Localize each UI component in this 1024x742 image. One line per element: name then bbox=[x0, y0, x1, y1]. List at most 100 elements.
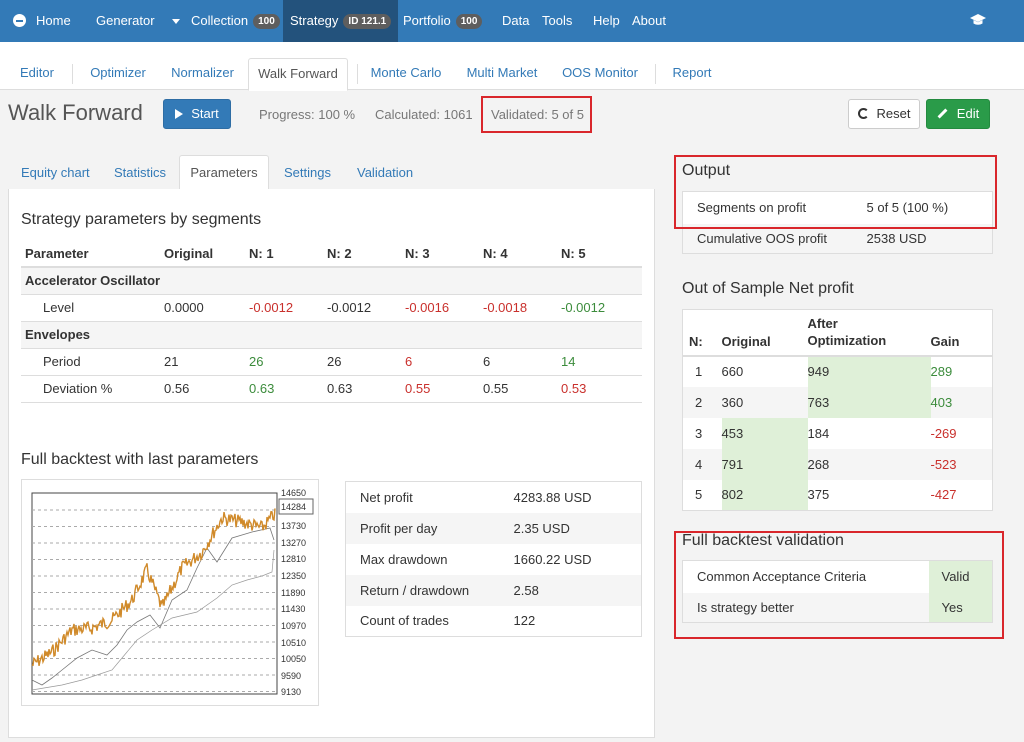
param-value: 21 bbox=[164, 354, 179, 369]
top-navbar: Home Generator Collection 100 Strategy ID … bbox=[0, 0, 1024, 42]
param-name: Deviation % bbox=[43, 381, 113, 396]
play-icon bbox=[175, 109, 184, 119]
tab-parameters[interactable]: Parameters bbox=[179, 155, 269, 190]
oos-n: 4 bbox=[695, 456, 703, 472]
params-table: Parameter Original N: 1 N: 2 N: 3 N: 4 N… bbox=[21, 240, 642, 403]
oos-after: 375 bbox=[807, 487, 830, 503]
y-axis-label: 10970 bbox=[281, 621, 307, 631]
stat-value: 4283.88 USD bbox=[513, 489, 592, 505]
equity-chart: 14650 14284 13730 13270 12810 12350 1189… bbox=[21, 479, 319, 706]
tab-settings[interactable]: Settings bbox=[284, 165, 331, 180]
oos-after: 949 bbox=[807, 355, 931, 387]
oos-original: 453 bbox=[721, 417, 808, 449]
subnav-oos-monitor[interactable]: OOS Monitor bbox=[556, 42, 644, 90]
stats-row: Count of trades 122 bbox=[346, 606, 642, 637]
portfolio-count-badge: 100 bbox=[455, 14, 483, 29]
stat-label: Net profit bbox=[360, 489, 413, 505]
param-name: Period bbox=[43, 354, 81, 369]
tab-equity-chart[interactable]: Equity chart bbox=[21, 165, 90, 180]
param-value: 26 bbox=[327, 354, 342, 369]
nav-portfolio-label: Portfolio bbox=[403, 13, 451, 28]
param-value: 0.63 bbox=[249, 381, 275, 396]
subnav-normalizer[interactable]: Normalizer bbox=[165, 42, 240, 90]
backtest-stats-table: Net profit 4283.88 USD Profit per day 2.35… bbox=[345, 481, 642, 637]
reset-button-label: Reset bbox=[876, 106, 911, 121]
subnav-report[interactable]: Report bbox=[665, 42, 719, 90]
y-axis-label: 14650 bbox=[281, 488, 307, 498]
nav-data[interactable]: Data bbox=[502, 0, 529, 42]
param-value: 0.53 bbox=[561, 381, 587, 396]
subnav-walk-forward[interactable]: Walk Forward bbox=[248, 58, 348, 91]
edit-button-label: Edit bbox=[956, 106, 980, 121]
progress-text: Progress: 100 % bbox=[259, 107, 356, 122]
tab-statistics[interactable]: Statistics bbox=[114, 165, 166, 180]
y-axis-label: 10050 bbox=[281, 654, 307, 664]
oos-original: 660 bbox=[721, 364, 744, 379]
oos-row: 5 802 375 -427 bbox=[683, 479, 993, 511]
validation-highlight-box bbox=[674, 531, 1004, 639]
oos-gain: -523 bbox=[930, 456, 957, 472]
params-row: Period 21 26 26 6 6 14 bbox=[21, 348, 642, 375]
stats-row: Profit per day 2.35 USD bbox=[345, 512, 642, 544]
stats-row: Max drawdown 1660.22 USD bbox=[346, 544, 642, 575]
param-value: 0.55 bbox=[483, 381, 509, 396]
reset-button[interactable]: Reset bbox=[848, 99, 920, 129]
param-value: 14 bbox=[561, 354, 576, 369]
output-highlight-box bbox=[674, 155, 997, 229]
param-value: 0.0000 bbox=[164, 300, 204, 315]
params-col-header: N: 1 bbox=[249, 245, 274, 261]
oos-col-header: N: bbox=[689, 333, 703, 349]
collection-count-badge: 100 bbox=[253, 14, 280, 29]
params-group-row: Envelopes bbox=[21, 321, 642, 348]
param-name: Level bbox=[43, 300, 75, 315]
params-group-row: Accelerator Oscillator bbox=[21, 267, 642, 294]
param-value: 0.63 bbox=[327, 381, 353, 396]
param-value: -0.0018 bbox=[483, 300, 528, 315]
strategy-id-badge: ID 121.1 bbox=[343, 14, 392, 29]
tab-validation[interactable]: Validation bbox=[357, 165, 413, 180]
nav-portfolio[interactable]: Portfolio 100 bbox=[403, 0, 483, 42]
validated-highlight-box bbox=[481, 96, 592, 133]
oos-gain: -427 bbox=[930, 487, 957, 503]
stat-value: 122 bbox=[513, 613, 536, 629]
subnav-optimizer[interactable]: Optimizer bbox=[80, 42, 156, 90]
param-value: -0.0012 bbox=[249, 300, 294, 315]
nav-tools[interactable]: Tools bbox=[542, 0, 572, 42]
graduation-cap-icon[interactable] bbox=[970, 0, 986, 42]
oos-original: 791 bbox=[721, 448, 808, 480]
edit-button[interactable]: Edit bbox=[926, 99, 990, 129]
oos-heading: Out of Sample Net profit bbox=[682, 280, 854, 297]
params-row: Deviation % 0.56 0.63 0.63 0.55 0.55 0.5… bbox=[21, 375, 642, 402]
subnav-editor[interactable]: Editor bbox=[8, 42, 66, 90]
params-heading: Strategy parameters by segments bbox=[21, 211, 262, 228]
caret-down-icon bbox=[172, 19, 181, 24]
oos-gain: 403 bbox=[930, 394, 953, 410]
nav-help[interactable]: Help bbox=[593, 0, 620, 42]
params-col-header: N: 5 bbox=[561, 245, 586, 261]
nav-about[interactable]: About bbox=[632, 0, 666, 42]
nav-collection[interactable]: Collection 100 bbox=[191, 0, 280, 42]
y-axis-label: 13730 bbox=[281, 521, 307, 531]
nav-generator-label: Generator bbox=[96, 13, 155, 28]
oos-after: 268 bbox=[807, 456, 830, 472]
oos-gain: -269 bbox=[930, 425, 957, 441]
subnav-multi-market[interactable]: Multi Market bbox=[460, 42, 544, 90]
nav-generator[interactable]: Generator bbox=[96, 0, 181, 42]
equity-chart-svg bbox=[31, 492, 314, 695]
nav-strategy[interactable]: Strategy ID 121.1 bbox=[283, 0, 399, 42]
page-title: Walk Forward bbox=[8, 100, 143, 125]
subnav-monte-carlo[interactable]: Monte Carlo bbox=[363, 42, 449, 90]
oos-original: 802 bbox=[721, 479, 808, 511]
start-button[interactable]: Start bbox=[163, 99, 231, 129]
strategy-subnav: Editor Optimizer Normalizer Walk Forward… bbox=[0, 42, 1024, 91]
params-header-row: Parameter Original N: 1 N: 2 N: 3 N: 4 N… bbox=[21, 240, 642, 267]
nav-home[interactable]: Home bbox=[13, 0, 71, 42]
param-value: 6 bbox=[405, 354, 413, 369]
oos-table: N: Original After Optimization Gain 1 66… bbox=[682, 309, 993, 511]
oos-col-header: Gain bbox=[930, 333, 960, 349]
params-col-header: N: 3 bbox=[405, 245, 430, 261]
stat-label: Max drawdown bbox=[360, 551, 448, 567]
oos-header-row: N: Original After Optimization Gain bbox=[682, 310, 993, 356]
y-axis-label-current: 14284 bbox=[281, 502, 307, 512]
y-axis-label: 11890 bbox=[281, 588, 306, 598]
